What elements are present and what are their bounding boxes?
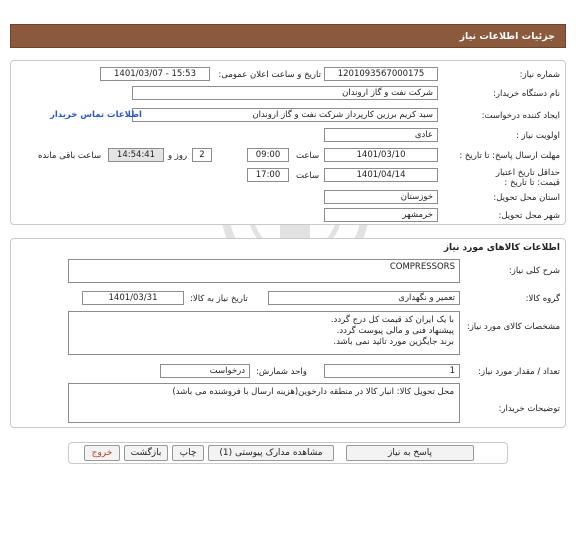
priority-label: اولویت نیاز : — [515, 131, 560, 141]
spec-line: با یک ایران کد قیمت کل درج گردد. — [330, 315, 454, 325]
days-remaining-field: 2 — [192, 148, 212, 162]
buyer-label: نام دستگاه خریدار: — [493, 89, 560, 99]
validity-time-label: ساعت — [296, 171, 320, 181]
deadline-time-label: ساعت — [296, 151, 320, 161]
deadline-time-field: 09:00 — [247, 148, 289, 162]
quantity-field: 1 — [324, 364, 460, 378]
deadline-label: مهلت ارسال پاسخ: تا تاریخ : — [459, 151, 560, 161]
buyer-notes-label: توضیحات خریدار: — [498, 404, 560, 414]
view-attachments-button[interactable]: مشاهده مدارک پیوستی (1) — [208, 445, 334, 461]
spec-line: برند جایگزین مورد تائید نمی باشد. — [333, 337, 454, 347]
goods-group-label: گروه کالا: — [525, 294, 560, 304]
remaining-label: ساعت باقی مانده — [38, 151, 102, 161]
province-field: خوزستان — [324, 190, 438, 204]
need-number-field: 1201093567000175 — [324, 67, 438, 81]
city-field: خرمشهر — [324, 208, 438, 222]
buyer-notes-field: محل تحویل کالا: انبار کالا در منطقه دارخ… — [68, 383, 460, 423]
province-label: استان محل تحویل: — [493, 193, 560, 203]
goods-section-title: اطلاعات کالاهای مورد نیاز — [443, 243, 560, 253]
buyer-notes-text: محل تحویل کالا: انبار کالا در منطقه دارخ… — [172, 387, 454, 397]
validity-label: حداقل تاریخ اعتبار قیمت: تا تاریخ : — [474, 168, 560, 188]
buyer-contact-link[interactable]: اطلاعات تماس خریدار — [50, 110, 142, 120]
spec-line: پیشنهاد فنی و مالی پیوست گردد. — [336, 326, 454, 336]
priority-field: عادی — [324, 128, 438, 142]
spec-field: با یک ایران کد قیمت کل درج گردد. پیشنهاد… — [68, 311, 460, 355]
back-button[interactable]: بازگشت — [124, 445, 168, 461]
need-number-label: شماره نیاز: — [519, 70, 560, 80]
summary-field: COMPRESSORS — [68, 259, 460, 283]
goods-group-field: تعمیر و نگهداری — [268, 291, 460, 305]
validity-label-text: حداقل تاریخ اعتبار قیمت: تا تاریخ : — [495, 168, 560, 188]
deadline-date-field: 1401/03/10 — [324, 148, 438, 162]
creator-label: ایجاد کننده درخواست: — [481, 111, 560, 121]
announce-label: تاریخ و ساعت اعلان عمومی: — [218, 70, 321, 80]
need-date-field: 1401/03/31 — [82, 291, 184, 305]
remaining-time-field: 14:54:41 — [108, 148, 164, 162]
quantity-label: تعداد / مقدار مورد نیاز: — [478, 367, 560, 377]
unit-field: درخواست — [160, 364, 250, 378]
need-info-panel — [10, 60, 566, 225]
page-header: جزئیات اطلاعات نیاز — [10, 24, 566, 48]
city-label: شهر محل تحویل: — [498, 211, 560, 221]
creator-field: سید کریم برزین کارپرداز شرکت نفت و گاز ا… — [132, 108, 438, 122]
need-date-label: تاریخ نیاز به کالا: — [190, 294, 248, 304]
summary-label: شرح کلی نیاز: — [508, 266, 560, 276]
validity-time-field: 17:00 — [247, 168, 289, 182]
summary-text: COMPRESSORS — [389, 262, 455, 272]
page-title: جزئیات اطلاعات نیاز — [459, 30, 555, 42]
buyer-field: شرکت نفت و گاز اروندان — [132, 86, 438, 100]
announce-field: 1401/03/07 - 15:53 — [100, 67, 210, 81]
validity-date-field: 1401/04/14 — [324, 168, 438, 182]
print-button[interactable]: چاپ — [172, 445, 204, 461]
reply-button[interactable]: پاسخ به نیاز — [346, 445, 474, 461]
unit-label: واحد شمارش: — [256, 367, 307, 377]
days-label: روز و — [168, 151, 188, 161]
spec-label: مشخصات کالای مورد نیاز: — [466, 322, 560, 332]
exit-button[interactable]: خروج — [84, 445, 120, 461]
